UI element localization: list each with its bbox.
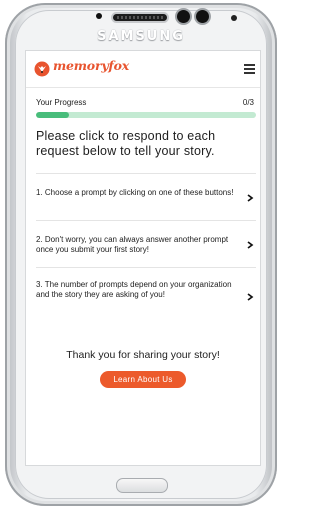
app-screen: memoryfox Your Progress 0/3 Please click… [25, 50, 261, 466]
prompt-button-1[interactable]: 1. Choose a prompt by clicking on one of… [36, 173, 256, 221]
device-brand: SAMSUNG [97, 29, 185, 44]
prompt-text: 2. Don't worry, you can always answer an… [36, 235, 229, 254]
home-button[interactable] [116, 478, 168, 493]
progress-bar-fill [36, 112, 69, 118]
top-navigation: memoryfox [26, 51, 260, 88]
progress-bar [36, 112, 256, 118]
brand-logo-text[interactable]: memoryfox [53, 58, 129, 73]
learn-about-us-button[interactable]: Learn About Us [100, 371, 186, 388]
prompt-text: 1. Choose a prompt by clicking on one of… [36, 188, 234, 197]
proximity-sensor [96, 13, 102, 19]
earpiece-speaker [113, 14, 167, 21]
progress-label: Your Progress [36, 98, 87, 107]
prompt-text: 3. The number of prompts depend on your … [36, 280, 232, 299]
front-camera [177, 10, 190, 23]
prompt-button-2[interactable]: 2. Don't worry, you can always answer an… [36, 220, 256, 268]
thanks-message: Thank you for sharing your story! [66, 349, 220, 361]
fox-logo-icon [34, 61, 50, 77]
indicator-light [231, 15, 237, 21]
page-heading: Please click to respond to each request … [36, 129, 216, 158]
chevron-right-icon [247, 241, 254, 249]
front-sensor [196, 10, 209, 23]
chevron-right-icon [247, 194, 254, 202]
chevron-right-icon [247, 293, 254, 301]
hamburger-menu-icon[interactable] [244, 64, 255, 74]
prompt-button-3[interactable]: 3. The number of prompts depend on your … [36, 267, 256, 325]
progress-count: 0/3 [242, 98, 254, 107]
